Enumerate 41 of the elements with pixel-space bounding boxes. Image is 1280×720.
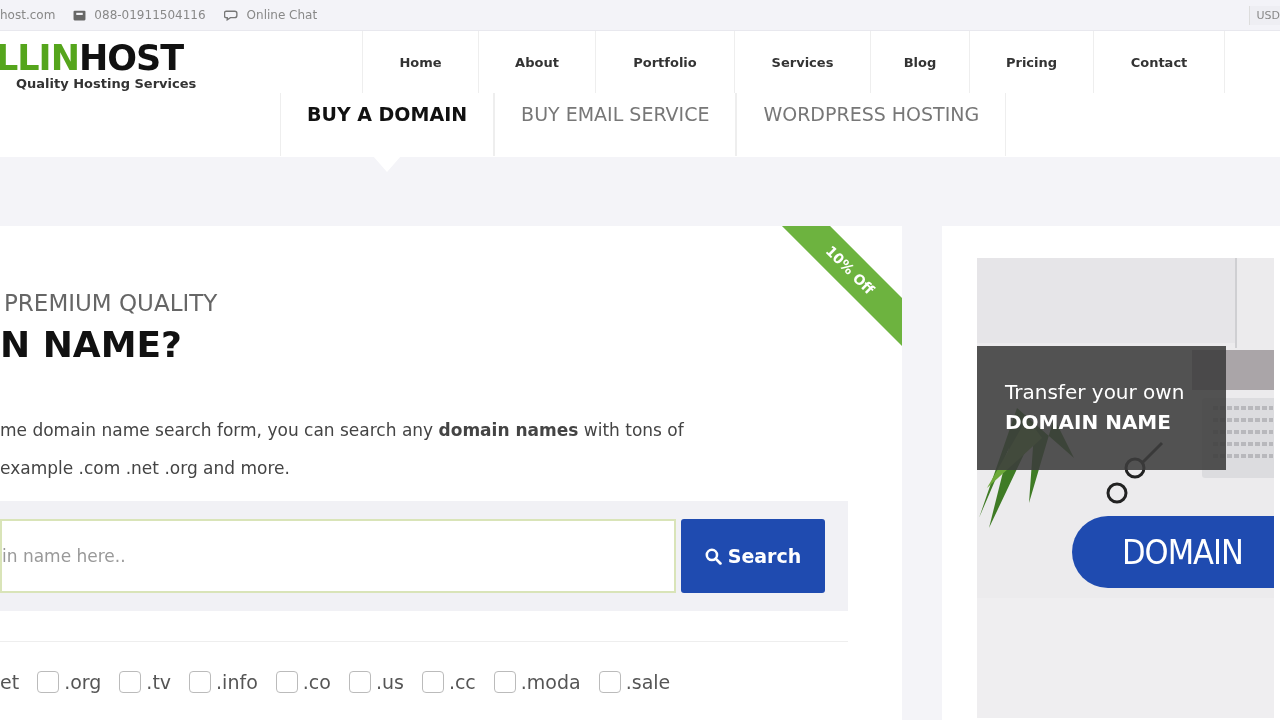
extension-label: et [0,671,20,693]
checkbox[interactable] [348,671,371,693]
extension-label: .moda [520,671,581,693]
caption-text: Transfer your own [1005,379,1186,406]
checkbox[interactable] [275,671,298,693]
extension-label: .us [375,671,404,693]
phone-number: 088-01911504116 [94,8,206,22]
checkbox[interactable] [421,671,444,693]
nav-link[interactable]: Blog [870,31,969,93]
caption-title: DOMAIN NAME [1005,409,1172,436]
tab[interactable]: WORDPRESS HOSTING [736,93,1007,156]
email-text: host.com [0,8,56,22]
extension-label: .info [216,671,258,693]
domain-badge: DOMAIN [1072,516,1274,588]
description: me domain name search form, you can search any domain names with tons of [0,419,685,441]
nav-link[interactable]: About [478,31,595,93]
logo-tagline: Quality Hosting Services [16,77,198,91]
checkbox[interactable] [189,671,212,693]
tab[interactable]: BUY EMAIL SERVICE [494,93,737,156]
extension-label: .tv [146,671,172,693]
chat-icon [223,9,239,21]
eyebrow-text: PREMIUM QUALITY [3,290,219,316]
domain-search-field[interactable]: in name here.. [0,519,676,593]
nav-link[interactable]: Pricing [969,31,1093,93]
extension-label: .co [302,671,331,693]
extension-label: .sale [625,671,671,693]
checkbox[interactable] [598,671,621,693]
tab[interactable]: BUY A DOMAIN [280,93,495,156]
checkbox[interactable] [37,671,60,693]
extension-label: .org [64,671,102,693]
checkbox[interactable] [119,671,142,693]
nav-link[interactable]: Services [734,31,870,93]
nav-link[interactable]: Portfolio [595,31,734,93]
description: example .com .net .org and more. [0,457,291,479]
nav-link[interactable]: Contact [1093,31,1224,93]
search-icon [704,547,722,565]
extension-label: .cc [448,671,476,693]
checkbox[interactable] [493,671,516,693]
heading: N NAME? [0,324,183,365]
search-button[interactable]: Search [681,519,825,593]
nav-link[interactable]: Home [362,31,478,93]
